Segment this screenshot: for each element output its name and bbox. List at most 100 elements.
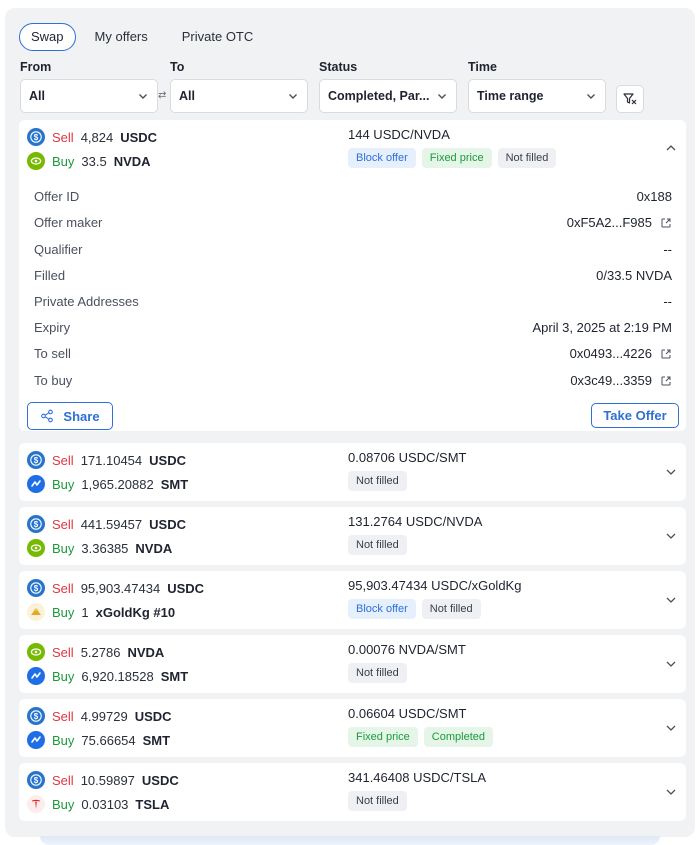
external-link-icon[interactable] (660, 348, 672, 360)
usdc-icon: $ (27, 579, 45, 597)
chevron-down-icon[interactable] (664, 593, 678, 607)
nvda-icon (27, 152, 45, 170)
detail-value[interactable]: 0xF5A2...F985 (567, 215, 672, 230)
buy-label: Buy (52, 540, 75, 556)
offer-card[interactable]: $ Sell 171.10454 USDC Buy 1,965.20882 SMT 0.087… (19, 443, 686, 501)
usdc-icon: $ (27, 771, 45, 789)
status-badge: Fixed price (421, 148, 492, 168)
sell-label: Sell (52, 644, 74, 660)
nvda-icon (27, 539, 45, 557)
detail-key: Offer ID (34, 189, 80, 204)
buy-label: Buy (52, 604, 75, 620)
buy-label: Buy (52, 153, 75, 169)
tab-swap[interactable]: Swap (19, 23, 76, 51)
sell-symbol: USDC (149, 516, 186, 532)
tab-my-offers[interactable]: My offers (80, 23, 163, 51)
chevron-down-icon[interactable] (664, 529, 678, 543)
chevron-down-icon[interactable] (664, 657, 678, 671)
buy-amount: 33.5 (81, 153, 107, 169)
detail-value: April 3, 2025 at 2:19 PM (533, 320, 672, 335)
chevron-up-icon[interactable] (664, 141, 678, 155)
detail-value-text: 0x0493...4226 (569, 346, 652, 361)
chevron-down-icon[interactable] (664, 785, 678, 799)
detail-row: Offer ID 0x188 (34, 189, 672, 204)
offer-price: 0.08706 USDC/SMT (348, 450, 467, 465)
buy-line: Buy 33.5 NVDA (27, 152, 151, 170)
share-button[interactable]: Share (27, 402, 113, 430)
offer-card[interactable]: $ Sell 4,824 USDC Buy 33.5 NVDA 144 USDC/NVDA Bl… (19, 120, 686, 431)
offer-price: 95,903.47434 USDC/xGoldKg (348, 578, 522, 593)
external-link-icon[interactable] (660, 375, 672, 387)
smt-icon (27, 731, 45, 749)
offer-price: 144 USDC/NVDA (348, 127, 450, 142)
detail-value: 0x188 (637, 189, 672, 204)
status-badge: Fixed price (348, 727, 418, 747)
detail-key: Offer maker (34, 215, 103, 230)
detail-key: To sell (34, 346, 71, 361)
sell-amount: 4.99729 (80, 708, 128, 724)
offer-card[interactable]: $ Sell 4.99729 USDC Buy 75.66654 SMT 0.06604 US… (19, 699, 686, 757)
chevron-down-icon[interactable] (664, 721, 678, 735)
time-label: Time (468, 60, 497, 74)
buy-amount: 75.66654 (81, 732, 136, 748)
detail-value[interactable]: 0x3c49...3359 (570, 373, 672, 388)
buy-symbol: SMT (160, 668, 189, 684)
chevron-down-icon[interactable] (664, 465, 678, 479)
to-select[interactable]: All (170, 79, 308, 113)
chevron-down-icon (438, 94, 446, 99)
detail-key: Private Addresses (34, 294, 139, 309)
detail-key: To buy (34, 373, 73, 388)
status-badges: Not filled (348, 663, 407, 683)
offer-card[interactable]: Sell 5.2786 NVDA Buy 6,920.18528 SMT 0.00076 N… (19, 635, 686, 693)
tab-private-otc[interactable]: Private OTC (167, 23, 269, 51)
buy-line: Buy 6,920.18528 SMT (27, 667, 188, 685)
offer-card[interactable]: $ Sell 10.59897 USDC Buy 0.03103 TSLA 341.46408… (19, 763, 686, 821)
svg-text:$: $ (34, 712, 39, 721)
to-select-value: All (179, 89, 195, 103)
sell-label: Sell (52, 129, 74, 145)
sell-amount: 4,824 (80, 129, 114, 145)
buy-line: Buy 1,965.20882 SMT (27, 475, 188, 493)
status-badges: Block offer Not filled (348, 599, 481, 619)
detail-value-text: April 3, 2025 at 2:19 PM (532, 320, 672, 335)
detail-value[interactable]: 0x0493...4226 (570, 346, 672, 361)
status-badges: Fixed price Completed (348, 727, 493, 747)
detail-row: Qualifier -- (34, 242, 672, 257)
clear-filters-button[interactable] (616, 85, 644, 113)
filter-clear-icon (623, 93, 637, 105)
buy-amount: 1 (81, 604, 89, 620)
sell-symbol: USDC (149, 452, 186, 468)
status-select-value: Completed, Par... (328, 89, 430, 103)
status-badge: Block offer (348, 599, 416, 619)
buy-amount: 0.03103 (81, 796, 129, 812)
detail-value: -- (663, 294, 672, 309)
bottom-glow (40, 836, 660, 845)
sell-symbol: USDC (141, 772, 179, 788)
external-link-icon[interactable] (660, 217, 672, 229)
take-offer-button[interactable]: Take Offer (591, 403, 679, 428)
detail-value: -- (663, 242, 672, 257)
sell-label: Sell (52, 516, 74, 532)
status-select[interactable]: Completed, Par... (319, 79, 457, 113)
chevron-down-icon (587, 94, 595, 99)
swap-direction-icon[interactable]: ⇄ (158, 90, 166, 101)
time-select[interactable]: Time range (468, 79, 606, 113)
buy-line: Buy 75.66654 SMT (27, 731, 170, 749)
buy-label: Buy (52, 796, 75, 812)
tsla-icon (27, 795, 45, 813)
status-badge: Completed (423, 727, 493, 747)
status-badges: Not filled (348, 535, 407, 555)
offer-card[interactable]: $ Sell 95,903.47434 USDC Buy 1 xGoldKg #10 95,9… (19, 571, 686, 629)
buy-symbol: TSLA (135, 796, 170, 812)
offer-price: 131.2764 USDC/NVDA (348, 514, 483, 529)
status-badge: Not filled (497, 148, 557, 168)
usdc-icon: $ (27, 515, 45, 533)
buy-symbol: SMT (160, 476, 189, 492)
offer-card[interactable]: $ Sell 441.59457 USDC Buy 3.36385 NVDA 131.2764… (19, 507, 686, 565)
sell-symbol: USDC (134, 708, 172, 724)
sell-symbol: USDC (120, 129, 158, 145)
buy-label: Buy (52, 732, 75, 748)
sell-amount: 95,903.47434 (80, 580, 161, 596)
status-badge: Not filled (348, 663, 407, 683)
from-select[interactable]: All (20, 79, 158, 113)
